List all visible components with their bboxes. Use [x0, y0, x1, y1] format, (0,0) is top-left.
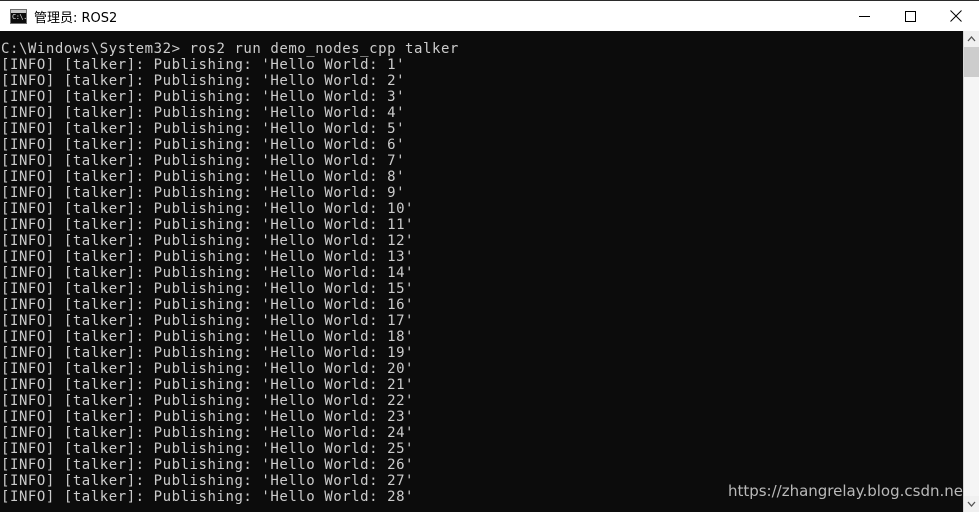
- minimize-icon: [858, 15, 870, 17]
- console-icon: C:\.: [10, 8, 27, 24]
- terminal-log-line: [INFO] [talker]: Publishing: 'Hello Worl…: [1, 297, 415, 313]
- terminal-log-line: [INFO] [talker]: Publishing: 'Hello Worl…: [1, 281, 415, 297]
- minimize-button[interactable]: [841, 0, 887, 32]
- vertical-scrollbar[interactable]: [963, 31, 979, 512]
- terminal-log-line: [INFO] [talker]: Publishing: 'Hello Worl…: [1, 313, 415, 329]
- terminal-log-line: [INFO] [talker]: Publishing: 'Hello Worl…: [1, 57, 406, 73]
- close-button[interactable]: [933, 0, 979, 32]
- window-controls: [841, 0, 979, 32]
- terminal-log-line: [INFO] [talker]: Publishing: 'Hello Worl…: [1, 393, 415, 409]
- scrollbar-thumb[interactable]: [964, 47, 979, 77]
- maximize-icon: [904, 10, 916, 22]
- scrollbar-track[interactable]: [964, 47, 979, 496]
- terminal-log-line: [INFO] [talker]: Publishing: 'Hello Worl…: [1, 105, 406, 121]
- terminal-log-line: [INFO] [talker]: Publishing: 'Hello Worl…: [1, 249, 415, 265]
- terminal-log-line: [INFO] [talker]: Publishing: 'Hello Worl…: [1, 201, 415, 217]
- terminal-log-line: [INFO] [talker]: Publishing: 'Hello Worl…: [1, 121, 406, 137]
- scroll-down-button[interactable]: [964, 496, 979, 512]
- terminal-log-line: [INFO] [talker]: Publishing: 'Hello Worl…: [1, 441, 415, 457]
- terminal-output-area[interactable]: C:\Windows\System32> ros2 run demo_nodes…: [0, 31, 963, 512]
- chevron-up-icon: [967, 36, 976, 42]
- terminal-log-line: [INFO] [talker]: Publishing: 'Hello Worl…: [1, 217, 415, 233]
- chevron-down-icon: [967, 501, 976, 507]
- terminal-log-line: [INFO] [talker]: Publishing: 'Hello Worl…: [1, 73, 406, 89]
- terminal-log-line: [INFO] [talker]: Publishing: 'Hello Worl…: [1, 233, 415, 249]
- terminal-log-line: [INFO] [talker]: Publishing: 'Hello Worl…: [1, 425, 415, 441]
- terminal-log-line: [INFO] [talker]: Publishing: 'Hello Worl…: [1, 409, 415, 425]
- terminal-log-line: [INFO] [talker]: Publishing: 'Hello Worl…: [1, 329, 415, 345]
- maximize-button[interactable]: [887, 0, 933, 32]
- terminal-log-line: [INFO] [talker]: Publishing: 'Hello Worl…: [1, 153, 406, 169]
- window-title: 管理员: ROS2: [34, 10, 118, 26]
- scroll-up-button[interactable]: [964, 31, 979, 47]
- console-icon-text: C:\.: [12, 12, 27, 21]
- title-bar[interactable]: C:\. 管理员: ROS2: [0, 0, 979, 32]
- terminal-lines: C:\Windows\System32> ros2 run demo_nodes…: [0, 31, 963, 505]
- terminal-log-line: [INFO] [talker]: Publishing: 'Hello Worl…: [1, 345, 415, 361]
- terminal-log-line: [INFO] [talker]: Publishing: 'Hello Worl…: [1, 489, 415, 505]
- terminal-prompt-line: C:\Windows\System32> ros2 run demo_nodes…: [1, 41, 459, 57]
- terminal-log-line: [INFO] [talker]: Publishing: 'Hello Worl…: [1, 89, 406, 105]
- terminal-log-line: [INFO] [talker]: Publishing: 'Hello Worl…: [1, 137, 406, 153]
- terminal-log-line: [INFO] [talker]: Publishing: 'Hello Worl…: [1, 457, 415, 473]
- terminal-log-line: [INFO] [talker]: Publishing: 'Hello Worl…: [1, 361, 415, 377]
- terminal-log-line: [INFO] [talker]: Publishing: 'Hello Worl…: [1, 265, 415, 281]
- terminal-log-line: [INFO] [talker]: Publishing: 'Hello Worl…: [1, 377, 415, 393]
- close-icon: [950, 10, 962, 22]
- terminal-log-line: [INFO] [talker]: Publishing: 'Hello Worl…: [1, 169, 406, 185]
- console-window: C:\. 管理员: ROS2 C:\Windows\System32> ros2…: [0, 0, 979, 512]
- terminal-log-line: [INFO] [talker]: Publishing: 'Hello Worl…: [1, 185, 406, 201]
- terminal-log-line: [INFO] [talker]: Publishing: 'Hello Worl…: [1, 473, 415, 489]
